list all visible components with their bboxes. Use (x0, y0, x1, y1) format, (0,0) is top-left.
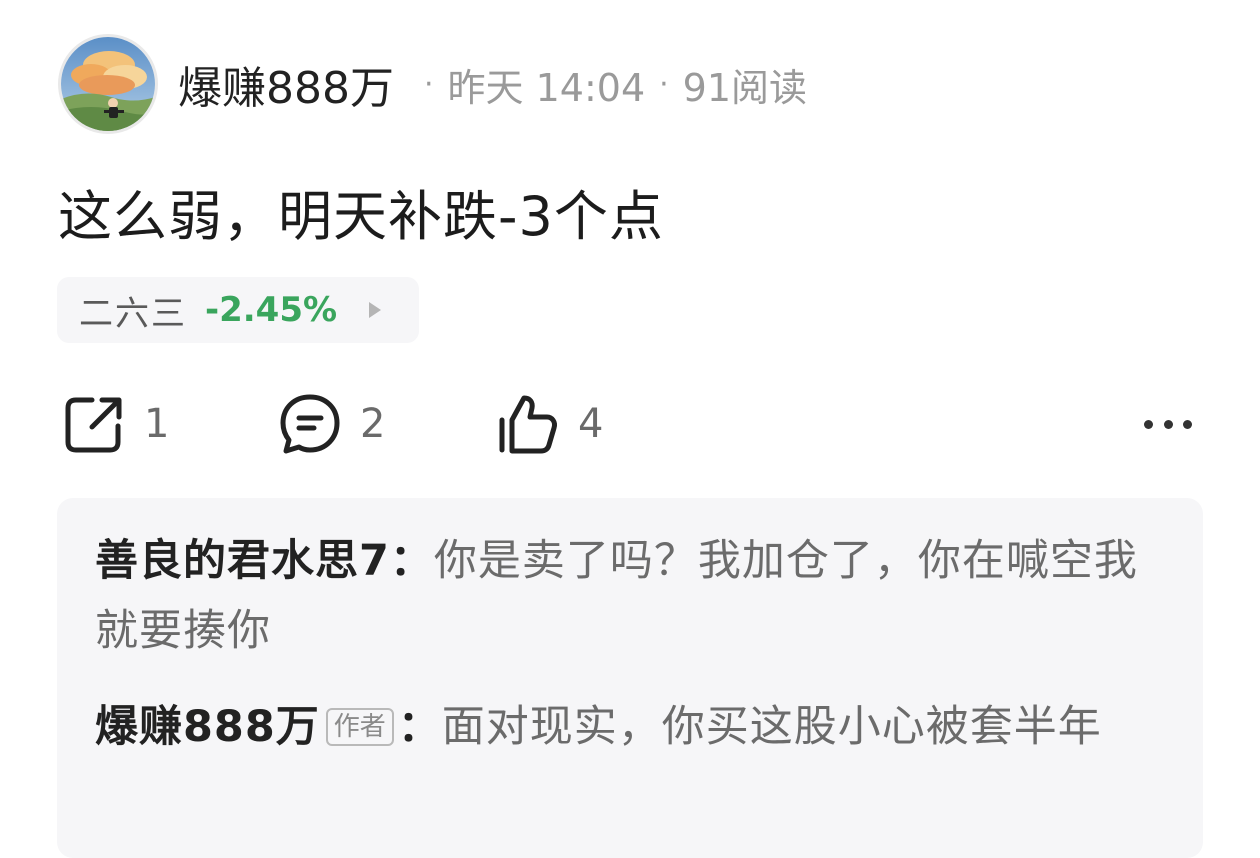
post-card: 爆赚888万 · 昨天 14:04 · 91阅读 这么弱，明天补跌-3个点 二六… (0, 0, 1260, 858)
stock-change: -2.45% (205, 290, 338, 330)
comment-item[interactable]: 爆赚888万 作者 ：面对现实，你买这股小心被套半年 (95, 692, 1167, 762)
more-icon-dot (1163, 419, 1173, 429)
post-meta: · 昨天 14:04 · 91阅读 (410, 57, 807, 112)
like-button[interactable]: 4 (496, 392, 603, 456)
avatar-image (61, 37, 155, 131)
comments-preview[interactable]: 善良的君水思7：你是卖了吗？我加仓了，你在喊空我就要揍你 爆赚888万 作者 ：面对… (57, 498, 1203, 858)
share-button[interactable]: 1 (62, 392, 169, 456)
comment-icon (280, 394, 340, 454)
comment-button[interactable]: 2 (278, 392, 385, 456)
stock-tag[interactable]: 二六三 -2.45% (57, 277, 419, 343)
meta-separator: · (423, 66, 434, 102)
like-count: 4 (578, 401, 604, 447)
comment-count: 2 (360, 401, 386, 447)
post-header: 爆赚888万 · 昨天 14:04 · 91阅读 (58, 34, 807, 134)
chevron-right-icon (369, 302, 382, 318)
username[interactable]: 爆赚888万 (178, 52, 394, 116)
comment-text: 面对现实，你买这股小心被套半年 (441, 702, 1102, 752)
stock-name: 二六三 (79, 293, 187, 334)
meta-separator: · (659, 66, 669, 102)
avatar[interactable] (58, 34, 158, 134)
author-badge: 作者 (325, 707, 394, 746)
more-button[interactable] (1140, 404, 1196, 444)
share-icon (65, 397, 122, 453)
comment-colon: ： (389, 536, 434, 586)
more-icon-dot (1183, 419, 1192, 429)
share-count: 1 (144, 401, 170, 447)
comment-item[interactable]: 善良的君水思7：你是卖了吗？我加仓了，你在喊空我就要揍你 (95, 526, 1167, 666)
comment-author[interactable]: 爆赚888万 (95, 702, 320, 752)
comment-colon: ： (397, 702, 442, 752)
post-text: 这么弱，明天补跌-3个点 (58, 185, 664, 248)
comment-author[interactable]: 善良的君水思7 (95, 536, 390, 586)
more-icon-dot (1144, 419, 1153, 429)
post-time: 昨天 14:04 (447, 65, 646, 110)
read-count: 91阅读 (682, 65, 808, 110)
thumbs-up-icon (499, 395, 557, 454)
